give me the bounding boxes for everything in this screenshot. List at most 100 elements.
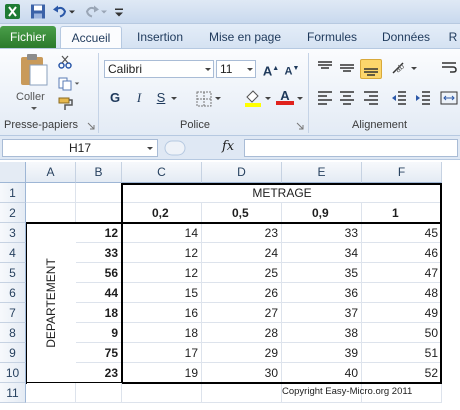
value-cell[interactable]: 29 [202, 343, 282, 363]
value-cell[interactable]: 52 [362, 363, 442, 383]
metrage-header-cell[interactable]: 1 [362, 203, 442, 223]
row-header-9[interactable]: 9 [0, 343, 26, 363]
metrage-header-cell[interactable]: 0,5 [202, 203, 282, 223]
chevron-down-icon[interactable] [204, 66, 212, 74]
format-painter-icon[interactable] [58, 97, 74, 111]
value-cell[interactable]: 26 [202, 283, 282, 303]
cell-c11[interactable] [122, 383, 202, 403]
undo-icon[interactable] [52, 3, 68, 20]
customize-icon[interactable] [114, 3, 124, 20]
department-cell[interactable]: 23 [76, 363, 122, 383]
column-header-a[interactable]: A [26, 162, 76, 183]
value-cell[interactable]: 18 [122, 323, 202, 343]
orientation-icon[interactable]: ab [390, 59, 408, 77]
row-header-2[interactable]: 2 [0, 203, 26, 223]
value-cell[interactable]: 28 [202, 323, 282, 343]
column-header-f[interactable]: F [362, 162, 442, 183]
bold-button[interactable]: G [106, 89, 124, 107]
column-header-d[interactable]: D [202, 162, 282, 183]
align-right-icon[interactable] [362, 89, 380, 107]
chevron-down-icon[interactable] [146, 145, 154, 153]
chevron-down-icon[interactable] [30, 105, 38, 113]
metrage-header-cell[interactable]: 0,9 [282, 203, 362, 223]
value-cell[interactable]: 17 [122, 343, 202, 363]
department-label-cell[interactable]: DEPARTEMENT [26, 223, 76, 383]
tab-accueil[interactable]: Accueil [60, 26, 122, 48]
row-header-6[interactable]: 6 [0, 283, 26, 303]
cell-b1[interactable] [76, 183, 122, 203]
value-cell[interactable]: 47 [362, 263, 442, 283]
department-cell[interactable]: 18 [76, 303, 122, 323]
column-header-e[interactable]: E [282, 162, 362, 183]
select-all-corner[interactable] [0, 162, 26, 183]
metrage-header-cell[interactable]: 0,2 [122, 203, 202, 223]
value-cell[interactable]: 49 [362, 303, 442, 323]
value-cell[interactable]: 14 [122, 223, 202, 243]
value-cell[interactable]: 45 [362, 223, 442, 243]
department-cell[interactable]: 33 [76, 243, 122, 263]
align-top-icon[interactable] [316, 59, 334, 77]
dialog-launcher-icon[interactable] [296, 122, 304, 130]
tab-revision[interactable]: R [446, 26, 460, 48]
increase-indent-icon[interactable] [414, 89, 432, 107]
fill-color-icon[interactable] [244, 89, 262, 107]
cell-d11[interactable] [202, 383, 282, 403]
row-header-8[interactable]: 8 [0, 323, 26, 343]
chevron-down-icon[interactable] [296, 95, 304, 103]
grow-font-button[interactable]: A▲ [262, 60, 280, 78]
value-cell[interactable]: 27 [202, 303, 282, 323]
formula-bar-handle-icon[interactable] [164, 140, 186, 156]
row-header-1[interactable]: 1 [0, 183, 26, 203]
chevron-down-icon[interactable] [410, 65, 418, 73]
row-header-5[interactable]: 5 [0, 263, 26, 283]
wrap-text-icon[interactable] [440, 59, 458, 77]
dialog-launcher-icon[interactable] [87, 122, 95, 130]
paste-button-label[interactable]: Coller [16, 91, 45, 103]
value-cell[interactable]: 50 [362, 323, 442, 343]
value-cell[interactable]: 37 [282, 303, 362, 323]
value-cell[interactable]: 24 [202, 243, 282, 263]
value-cell[interactable]: 19 [122, 363, 202, 383]
cell-b11[interactable] [76, 383, 122, 403]
row-header-10[interactable]: 10 [0, 363, 26, 383]
tab-fichier[interactable]: Fichier [0, 26, 56, 48]
column-header-c[interactable]: C [122, 162, 202, 183]
font-color-button[interactable]: A [276, 87, 294, 105]
tab-insertion[interactable]: Insertion [128, 26, 192, 48]
italic-button[interactable]: I [130, 89, 148, 107]
value-cell[interactable]: 33 [282, 223, 362, 243]
row-header-7[interactable]: 7 [0, 303, 26, 323]
department-cell[interactable]: 9 [76, 323, 122, 343]
row-header-3[interactable]: 3 [0, 223, 26, 243]
value-cell[interactable]: 38 [282, 323, 362, 343]
metrage-title[interactable]: METRAGE [122, 183, 442, 203]
align-center-icon[interactable] [338, 89, 356, 107]
value-cell[interactable]: 51 [362, 343, 442, 363]
value-cell[interactable]: 35 [282, 263, 362, 283]
tab-donnees[interactable]: Données [372, 26, 440, 48]
borders-icon[interactable] [196, 91, 212, 107]
paste-icon[interactable] [18, 53, 50, 87]
insert-function-button[interactable]: fx [222, 139, 234, 154]
value-cell[interactable]: 16 [122, 303, 202, 323]
column-header-b[interactable]: B [76, 162, 122, 183]
decrease-indent-icon[interactable] [390, 89, 408, 107]
value-cell[interactable]: 15 [122, 283, 202, 303]
row-header-4[interactable]: 4 [0, 243, 26, 263]
department-cell[interactable]: 44 [76, 283, 122, 303]
tab-mise-en-page[interactable]: Mise en page [198, 26, 292, 48]
row-header-11[interactable]: 11 [0, 383, 26, 403]
align-bottom-button[interactable] [360, 59, 382, 79]
chevron-down-icon[interactable] [170, 95, 178, 103]
chevron-down-icon[interactable] [100, 3, 108, 20]
value-cell[interactable]: 40 [282, 363, 362, 383]
copy-icon[interactable] [58, 77, 72, 91]
value-cell[interactable]: 39 [282, 343, 362, 363]
save-icon[interactable] [30, 3, 46, 20]
chevron-down-icon[interactable] [214, 95, 222, 103]
value-cell[interactable]: 46 [362, 243, 442, 263]
value-cell[interactable]: 48 [362, 283, 442, 303]
cell-a11[interactable] [26, 383, 76, 403]
cell-b2[interactable] [76, 203, 122, 223]
chevron-down-icon[interactable] [68, 3, 76, 20]
